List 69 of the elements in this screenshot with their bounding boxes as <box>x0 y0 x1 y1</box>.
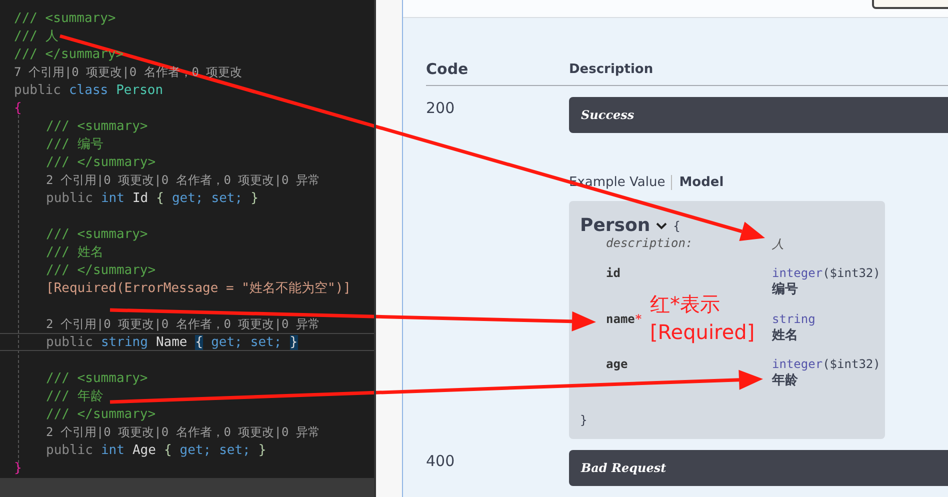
property-type: string <box>772 312 816 326</box>
code-token: } <box>290 334 298 350</box>
code-token: public <box>46 334 93 350</box>
code-token: } <box>258 442 266 458</box>
model-name: Person <box>580 215 650 236</box>
chevron-icon[interactable] <box>656 222 668 230</box>
property-description: 年龄 <box>772 372 799 389</box>
response-code: 200 <box>426 98 456 119</box>
codelens-text: 2 个引用|0 项更改|0 名作者，0 项更改|0 异常 <box>46 172 320 188</box>
property-name: age <box>606 357 628 371</box>
code-token: get; <box>172 190 204 206</box>
code-token: /// </summary> <box>46 154 156 170</box>
code-token: Age <box>132 442 156 458</box>
response-description: Success <box>569 97 948 133</box>
code-token: Name <box>156 334 188 350</box>
property-description: 姓名 <box>772 327 799 344</box>
code-token: /// 编号 <box>46 136 104 153</box>
code-token: /// 年龄 <box>46 388 104 405</box>
code-token: int <box>100 442 124 458</box>
code-token: string <box>100 334 148 350</box>
code-token: /// <summary> <box>46 370 148 386</box>
code-token: get; <box>211 334 242 350</box>
column-header: Code <box>426 60 470 78</box>
property-description: 编号 <box>772 280 799 298</box>
model-description: 人 <box>772 237 784 251</box>
code-token: get; <box>180 442 212 458</box>
annotation-text: [Required] <box>650 319 755 346</box>
code-token: /// </summary> <box>14 46 124 62</box>
code-token: /// 人 <box>14 28 58 45</box>
code-token: { <box>156 190 164 206</box>
code-token: set; <box>250 334 282 350</box>
required-asterisk-text: * <box>634 312 642 326</box>
annotation-text: 红*表示 <box>650 291 721 318</box>
code-token: } <box>250 190 258 206</box>
model-tab[interactable]: Model <box>671 175 730 190</box>
code-token: [Required(ErrorMessage = "姓名不能为空")] <box>46 280 351 297</box>
code-token: } <box>14 460 22 476</box>
property-name: name <box>606 312 635 326</box>
property-type: integer <box>772 266 823 280</box>
code-token: /// </summary> <box>46 406 156 422</box>
code-token: /// 姓名 <box>46 244 104 261</box>
code-token: public <box>14 82 61 98</box>
code-token: { <box>14 100 22 116</box>
property-format: ($int32) <box>822 357 880 371</box>
code-token: public <box>46 190 93 206</box>
codelens-text: 2 个引用|0 项更改|0 名作者，0 项更改|0 异常 <box>46 424 320 440</box>
code-token: Person <box>116 82 164 98</box>
code-token: public <box>46 442 93 458</box>
property-key: description: <box>606 236 693 250</box>
code-token: int <box>100 190 124 206</box>
code-token: { <box>195 334 204 350</box>
code-token: class <box>68 82 108 98</box>
brace-text: { <box>673 218 680 232</box>
response-description: Bad Request <box>569 450 948 486</box>
code-token: /// <summary> <box>46 118 148 134</box>
code-token: set; <box>211 190 243 206</box>
property-name: id <box>606 266 620 280</box>
codelens-text: 2 个引用|0 项更改|0 名作者，0 项更改|0 异常 <box>46 316 320 332</box>
code-token: /// <summary> <box>46 226 148 242</box>
code-token: { <box>164 442 172 458</box>
code-token: /// <summary> <box>14 10 116 26</box>
property-type: integer <box>772 357 823 371</box>
code-token: Id <box>132 190 148 206</box>
property-format: ($int32) <box>822 266 880 280</box>
brace-text: } <box>580 413 588 427</box>
code-token: /// </summary> <box>46 262 156 278</box>
response-code: 400 <box>426 451 456 472</box>
code-token: set; <box>219 442 250 458</box>
column-header: Description <box>569 62 654 76</box>
